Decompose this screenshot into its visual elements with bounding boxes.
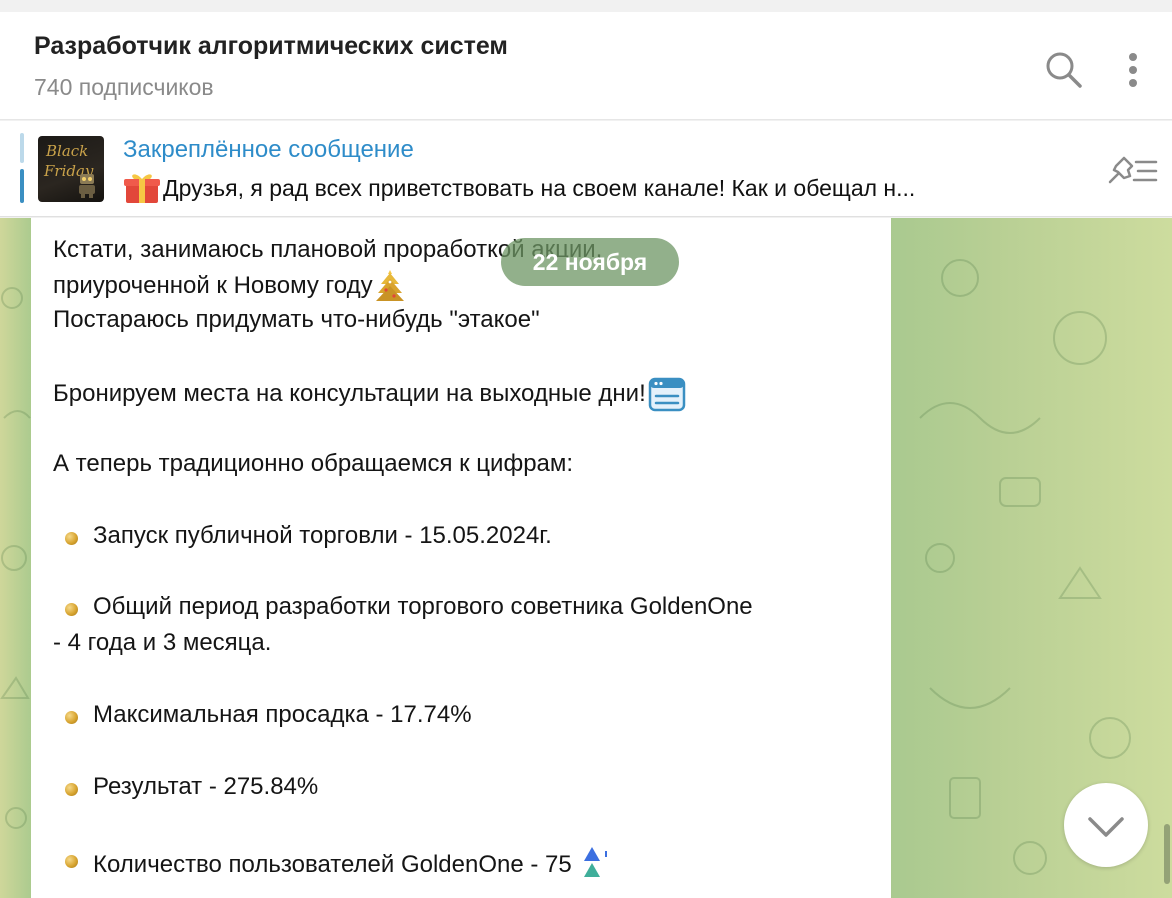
- message-line: Постараюсь придумать что-нибудь "этакое": [53, 306, 540, 333]
- message-bubble[interactable]: Кстати, занимаюсь плановой проработкой а…: [31, 218, 891, 898]
- gold-bullet-icon: [65, 711, 78, 724]
- message-line-text: Бронируем места на консультации на выход…: [53, 380, 646, 407]
- gold-bullet-icon: [65, 855, 78, 868]
- scrollbar-thumb[interactable]: [1164, 824, 1170, 884]
- calendar-icon: [648, 377, 685, 412]
- chat-header: Разработчик алгоритмических систем 740 п…: [0, 12, 1172, 120]
- stat-line: Общий период разработки торгового советн…: [93, 593, 753, 620]
- pinned-indicator-inactive: [20, 133, 24, 163]
- message-line-text: приуроченной к Новому году: [53, 272, 373, 299]
- search-icon[interactable]: [1042, 48, 1086, 92]
- gold-bullet-icon: [65, 783, 78, 796]
- pinned-label: Закреплённое сообщение: [123, 136, 414, 163]
- pinned-thumbnail: Black Friday: [38, 136, 104, 202]
- message-line: приуроченной к Новому году: [53, 268, 405, 304]
- gift-icon: [124, 174, 160, 203]
- scroll-down-button[interactable]: [1064, 783, 1148, 867]
- pinned-indicator-active: [20, 169, 24, 203]
- chevron-down-icon: [1088, 817, 1124, 837]
- gold-bullet-icon: [65, 532, 78, 545]
- date-separator: 22 ноября: [501, 238, 679, 286]
- thumbnail-text-line1: Black: [46, 142, 89, 160]
- message-line: Бронируем места на консультации на выход…: [53, 376, 686, 412]
- stat-line: Результат - 275.84%: [93, 773, 319, 800]
- stat-line: Запуск публичной торговли - 15.05.2024г.: [93, 522, 552, 549]
- growth-arrows-icon: [583, 847, 607, 877]
- pinned-list-icon[interactable]: [1104, 152, 1160, 188]
- pinned-message-bar[interactable]: Black Friday Закреплённое сообщение Друз…: [0, 121, 1172, 217]
- stat-line: Максимальная просадка - 17.74%: [93, 701, 472, 728]
- stat-line-text: Количество пользователей GoldenOne - 75: [93, 851, 572, 878]
- window-top-strip: [0, 0, 1172, 12]
- stat-line: Количество пользователей GoldenOne - 75: [93, 845, 614, 885]
- gold-bullet-icon: [65, 603, 78, 616]
- subscriber-count: 740 подписчиков: [34, 74, 214, 100]
- christmas-tree-icon: [375, 270, 404, 301]
- pinned-preview: Друзья, я рад всех приветствовать на сво…: [123, 171, 1073, 205]
- stat-line-continuation: - 4 года и 3 месяца.: [53, 629, 272, 656]
- chat-area[interactable]: Кстати, занимаюсь плановой проработкой а…: [0, 218, 1172, 898]
- robot-icon: [79, 174, 95, 198]
- more-vertical-icon[interactable]: [1118, 48, 1148, 92]
- pinned-preview-text: Друзья, я рад всех приветствовать на сво…: [163, 174, 916, 201]
- message-line: А теперь традиционно обращаемся к цифрам…: [53, 450, 574, 477]
- channel-title[interactable]: Разработчик алгоритмических систем: [34, 32, 508, 61]
